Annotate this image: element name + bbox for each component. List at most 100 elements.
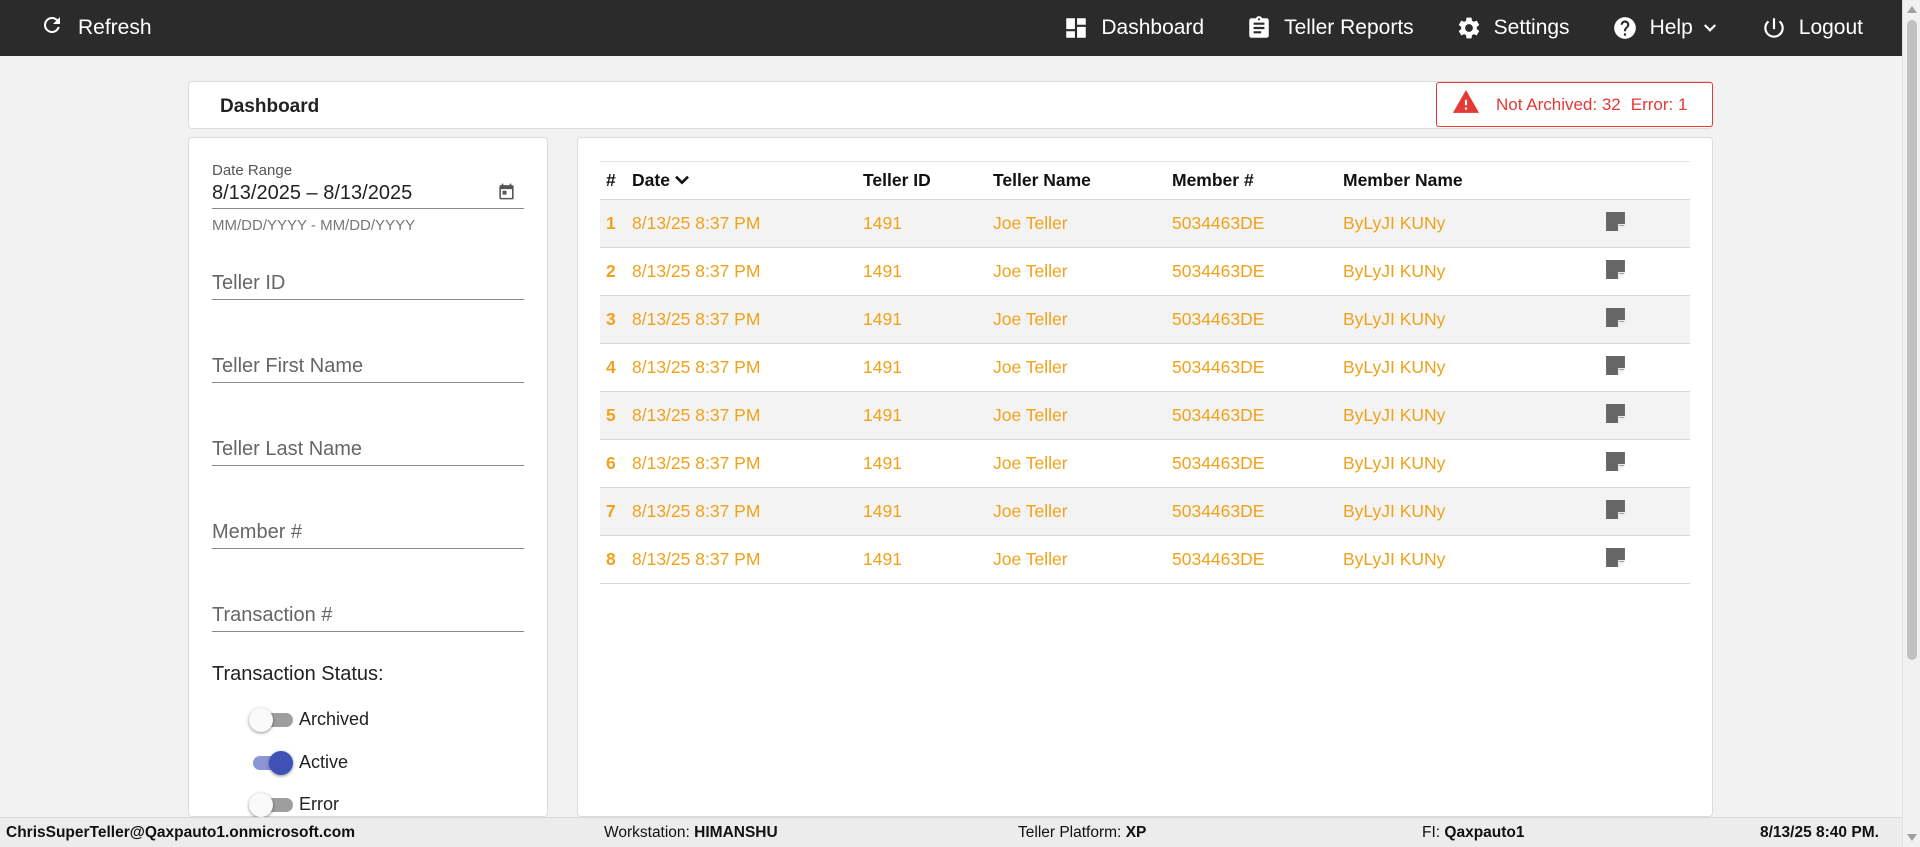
row-date[interactable]: 8/13/25 8:37 PM xyxy=(632,296,863,344)
sticky-note-icon[interactable] xyxy=(1605,307,1626,333)
table-row[interactable]: 5 8/13/25 8:37 PM 1491 Joe Teller 5034463DE B… xyxy=(600,391,1690,440)
col-header-teller-name[interactable]: Teller Name xyxy=(993,162,1172,200)
toggle-archived[interactable]: Archived xyxy=(249,707,369,732)
transaction-number-field[interactable] xyxy=(212,600,524,632)
row-teller-name[interactable]: Joe Teller xyxy=(993,392,1172,440)
row-member-number[interactable]: 5034463DE xyxy=(1172,200,1343,248)
table-row[interactable]: 6 8/13/25 8:37 PM 1491 Joe Teller 5034463DE B… xyxy=(600,439,1690,488)
row-number[interactable]: 5 xyxy=(600,392,632,440)
row-member-number[interactable]: 5034463DE xyxy=(1172,296,1343,344)
transaction-number-input[interactable] xyxy=(212,600,524,630)
sticky-note-icon[interactable] xyxy=(1605,403,1626,429)
row-member-number[interactable]: 5034463DE xyxy=(1172,536,1343,584)
page-scrollbar[interactable] xyxy=(1902,0,1920,847)
row-teller-id[interactable]: 1491 xyxy=(863,488,993,536)
col-header-teller-id[interactable]: Teller ID xyxy=(863,162,993,200)
archived-switch[interactable] xyxy=(249,707,293,732)
row-date[interactable]: 8/13/25 8:37 PM xyxy=(632,536,863,584)
table-row[interactable]: 3 8/13/25 8:37 PM 1491 Joe Teller 5034463DE B… xyxy=(600,295,1690,344)
row-teller-name[interactable]: Joe Teller xyxy=(993,296,1172,344)
row-member-name[interactable]: ByLyJI KUNy xyxy=(1343,392,1605,440)
table-row[interactable]: 2 8/13/25 8:37 PM 1491 Joe Teller 5034463DE B… xyxy=(600,247,1690,296)
row-number[interactable]: 4 xyxy=(600,344,632,392)
table-row[interactable]: 7 8/13/25 8:37 PM 1491 Joe Teller 5034463DE B… xyxy=(600,487,1690,536)
nav-teller-reports[interactable]: Teller Reports xyxy=(1246,15,1414,41)
nav-dashboard[interactable]: Dashboard xyxy=(1063,15,1204,41)
date-range-field[interactable]: Date Range 8/13/2025 – 8/13/2025 MM/DD/Y… xyxy=(212,162,524,234)
row-teller-id[interactable]: 1491 xyxy=(863,200,993,248)
sticky-note-icon[interactable] xyxy=(1605,499,1626,525)
row-teller-name[interactable]: Joe Teller xyxy=(993,344,1172,392)
row-teller-id[interactable]: 1491 xyxy=(863,536,993,584)
row-member-number[interactable]: 5034463DE xyxy=(1172,392,1343,440)
row-teller-id[interactable]: 1491 xyxy=(863,440,993,488)
row-teller-name[interactable]: Joe Teller xyxy=(993,248,1172,296)
table-row[interactable]: 4 8/13/25 8:37 PM 1491 Joe Teller 5034463DE B… xyxy=(600,343,1690,392)
row-teller-name[interactable]: Joe Teller xyxy=(993,488,1172,536)
row-member-number[interactable]: 5034463DE xyxy=(1172,344,1343,392)
col-header-member-number[interactable]: Member # xyxy=(1172,162,1343,200)
row-teller-id[interactable]: 1491 xyxy=(863,344,993,392)
teller-first-name-input[interactable] xyxy=(212,351,524,381)
sticky-note-icon[interactable] xyxy=(1605,259,1626,285)
nav-logout[interactable]: Logout xyxy=(1761,15,1863,41)
row-number[interactable]: 2 xyxy=(600,248,632,296)
table-row[interactable]: 8 8/13/25 8:37 PM 1491 Joe Teller 5034463DE B… xyxy=(600,535,1690,584)
sticky-note-icon[interactable] xyxy=(1605,211,1626,237)
refresh-button[interactable]: Refresh xyxy=(40,0,152,56)
row-teller-name[interactable]: Joe Teller xyxy=(993,440,1172,488)
row-teller-id[interactable]: 1491 xyxy=(863,392,993,440)
row-number[interactable]: 7 xyxy=(600,488,632,536)
date-range-value[interactable]: 8/13/2025 – 8/13/2025 xyxy=(212,182,412,205)
row-date[interactable]: 8/13/25 8:37 PM xyxy=(632,392,863,440)
row-member-number[interactable]: 5034463DE xyxy=(1172,248,1343,296)
row-number[interactable]: 8 xyxy=(600,536,632,584)
row-teller-id[interactable]: 1491 xyxy=(863,248,993,296)
row-member-name[interactable]: ByLyJI KUNy xyxy=(1343,488,1605,536)
teller-last-name-input[interactable] xyxy=(212,434,524,464)
row-teller-name[interactable]: Joe Teller xyxy=(993,536,1172,584)
sticky-note-icon[interactable] xyxy=(1605,451,1626,477)
row-number[interactable]: 3 xyxy=(600,296,632,344)
nav-settings[interactable]: Settings xyxy=(1456,15,1570,41)
row-member-name[interactable]: ByLyJI KUNy xyxy=(1343,200,1605,248)
row-member-number[interactable]: 5034463DE xyxy=(1172,488,1343,536)
row-teller-id[interactable]: 1491 xyxy=(863,296,993,344)
row-member-name[interactable]: ByLyJI KUNy xyxy=(1343,536,1605,584)
row-date[interactable]: 8/13/25 8:37 PM xyxy=(632,248,863,296)
row-number[interactable]: 6 xyxy=(600,440,632,488)
scroll-down-arrow[interactable] xyxy=(1907,834,1917,841)
teller-first-name-field[interactable] xyxy=(212,351,524,383)
row-date[interactable]: 8/13/25 8:37 PM xyxy=(632,200,863,248)
active-switch[interactable] xyxy=(249,750,293,775)
toggle-error[interactable]: Error xyxy=(249,792,339,817)
sticky-note-icon[interactable] xyxy=(1605,355,1626,381)
row-date[interactable]: 8/13/25 8:37 PM xyxy=(632,344,863,392)
row-teller-name[interactable]: Joe Teller xyxy=(993,200,1172,248)
calendar-icon[interactable] xyxy=(497,182,516,206)
row-date[interactable]: 8/13/25 8:37 PM xyxy=(632,440,863,488)
teller-id-input[interactable] xyxy=(212,268,524,298)
nav-help[interactable]: Help xyxy=(1612,15,1719,41)
table-row[interactable]: 1 8/13/25 8:37 PM 1491 Joe Teller 5034463DE B… xyxy=(600,199,1690,248)
teller-last-name-field[interactable] xyxy=(212,434,524,466)
sticky-note-icon[interactable] xyxy=(1605,547,1626,573)
row-member-name[interactable]: ByLyJI KUNy xyxy=(1343,440,1605,488)
col-header-member-name[interactable]: Member Name xyxy=(1343,162,1605,200)
sort-descending-icon[interactable] xyxy=(674,170,690,191)
row-member-name[interactable]: ByLyJI KUNy xyxy=(1343,296,1605,344)
member-number-field[interactable] xyxy=(212,517,524,549)
member-number-input[interactable] xyxy=(212,517,524,547)
row-member-number[interactable]: 5034463DE xyxy=(1172,440,1343,488)
toggle-active[interactable]: Active xyxy=(249,750,348,775)
row-member-name[interactable]: ByLyJI KUNy xyxy=(1343,344,1605,392)
row-member-name[interactable]: ByLyJI KUNy xyxy=(1343,248,1605,296)
scrollbar-thumb[interactable] xyxy=(1907,20,1917,660)
scroll-up-arrow[interactable] xyxy=(1907,6,1917,13)
teller-id-field[interactable] xyxy=(212,268,524,300)
col-header-date[interactable]: Date xyxy=(632,162,863,200)
error-switch[interactable] xyxy=(249,792,293,817)
row-date[interactable]: 8/13/25 8:37 PM xyxy=(632,488,863,536)
row-number[interactable]: 1 xyxy=(600,200,632,248)
archive-status-alert[interactable]: Not Archived: 32 Error: 1 xyxy=(1436,82,1713,127)
